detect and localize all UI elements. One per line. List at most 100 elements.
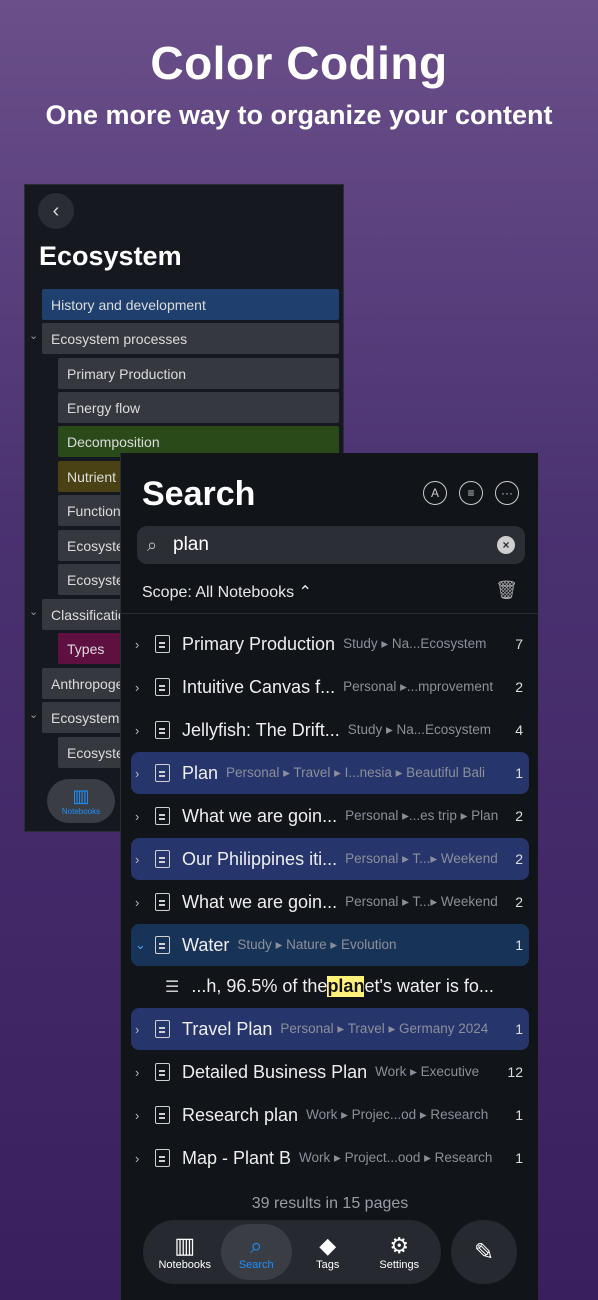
- result-row[interactable]: ⌄ Water Study ▸ Nature ▸ Evolution 1: [131, 924, 529, 966]
- tab-search[interactable]: ⌕ Search: [220, 1224, 292, 1280]
- new-note-icon: ✎: [473, 1238, 495, 1266]
- result-count: 2: [515, 679, 523, 695]
- result-title: Water: [182, 934, 230, 955]
- back-button[interactable]: ‹: [38, 193, 74, 229]
- outline-item[interactable]: Primary Production: [58, 358, 339, 389]
- result-row[interactable]: › Plan Personal ▸ Travel ▸ I...nesia ▸ Bea…: [131, 752, 529, 794]
- result-count: 1: [515, 1150, 523, 1166]
- result-row[interactable]: › What we are goin... Personal ▸...es trip…: [131, 795, 529, 837]
- document-icon: [155, 1106, 170, 1124]
- document-icon: [155, 893, 170, 911]
- result-title: Our Philippines iti...: [182, 848, 338, 869]
- search-icon: ⌕: [250, 1233, 263, 1258]
- tab-notebooks[interactable]: ▥ Notebooks: [149, 1224, 221, 1280]
- new-note-button[interactable]: ✎: [451, 1220, 517, 1284]
- result-path: Study ▸ Na...Ecosystem: [343, 636, 487, 651]
- chevron-down-icon[interactable]: ⌄: [29, 329, 38, 342]
- result-path: Work ▸ Projec...od ▸ Research: [306, 1107, 489, 1122]
- tab-tags[interactable]: ◆ Tags: [292, 1224, 364, 1280]
- outline-item[interactable]: History and development: [42, 289, 339, 320]
- divider: [121, 613, 538, 614]
- filter-icon[interactable]: ≡: [459, 481, 483, 505]
- document-icon: [155, 850, 170, 868]
- hero-title: Color Coding: [150, 37, 448, 89]
- result-title: Research plan: [182, 1104, 299, 1125]
- result-path: Personal ▸...es trip ▸ Plan: [345, 808, 499, 823]
- result-title: Detailed Business Plan: [182, 1061, 368, 1082]
- result-count: 7: [515, 636, 523, 652]
- search-field[interactable]: ⌕ ×: [137, 526, 525, 564]
- result-count: 4: [515, 722, 523, 738]
- tab-notebooks-back[interactable]: ▥ Notebooks: [47, 779, 115, 823]
- tab-search-label: Search: [238, 1259, 274, 1271]
- chevron-down-icon[interactable]: ⌄: [29, 605, 38, 618]
- snippet-before: ...h, 96.5% of the: [191, 976, 328, 996]
- document-icon: [155, 807, 170, 825]
- search-input[interactable]: [173, 534, 497, 556]
- result-title: What we are goin...: [182, 805, 338, 826]
- result-title: Primary Production: [182, 633, 336, 654]
- tab-notebooks-label: Notebooks: [61, 807, 101, 816]
- chevron-right-icon[interactable]: ›: [131, 637, 149, 652]
- chevron-right-icon[interactable]: ›: [131, 1022, 149, 1037]
- result-row[interactable]: › Detailed Business Plan Work ▸ Executive 1…: [131, 1051, 529, 1093]
- notebook-title: Ecosystem: [39, 241, 182, 271]
- search-screen: Search A ≡ ··· ⌕ × Scope: All Notebooks …: [120, 453, 538, 1300]
- chevron-down-icon[interactable]: ⌄: [29, 708, 38, 721]
- result-title: Jellyfish: The Drift...: [182, 719, 340, 740]
- hero-subtitle: One more way to organize your content: [45, 100, 553, 130]
- result-path: Work ▸ Project...ood ▸ Research: [299, 1150, 493, 1165]
- document-icon: [155, 678, 170, 696]
- page-title: Search: [142, 475, 256, 513]
- chevron-down-icon[interactable]: ⌄: [131, 937, 149, 953]
- snippet-match: plan: [327, 976, 365, 997]
- font-icon[interactable]: A: [423, 481, 447, 505]
- gear-icon: ⚙: [389, 1233, 410, 1258]
- results-summary: 39 results in 15 pages: [251, 1195, 409, 1212]
- books-icon: ▥: [174, 1233, 196, 1258]
- document-icon: [155, 1063, 170, 1081]
- result-title: Travel Plan: [182, 1018, 273, 1039]
- chevron-right-icon[interactable]: ›: [131, 680, 149, 695]
- result-path: Work ▸ Executive: [375, 1064, 480, 1079]
- chevron-right-icon[interactable]: ›: [131, 1151, 149, 1166]
- result-row[interactable]: › Map - Plant B Work ▸ Project...ood ▸ Res…: [131, 1137, 529, 1179]
- search-icon: ⌕: [147, 534, 158, 555]
- result-row[interactable]: › Our Philippines iti... Personal ▸ T...▸ …: [131, 838, 529, 880]
- chevron-right-icon[interactable]: ›: [131, 1065, 149, 1080]
- tab-settings[interactable]: ⚙ Settings: [364, 1224, 436, 1280]
- result-count: 1: [515, 1021, 523, 1037]
- chevron-right-icon[interactable]: ›: [131, 1108, 149, 1123]
- result-row[interactable]: › Intuitive Canvas f... Personal ▸...mprov…: [131, 666, 529, 708]
- result-row[interactable]: › Travel Plan Personal ▸ Travel ▸ Germany …: [131, 1008, 529, 1050]
- tab-settings-label: Settings: [379, 1259, 420, 1271]
- result-row[interactable]: › Research plan Work ▸ Projec...od ▸ Resea…: [131, 1094, 529, 1136]
- chevron-right-icon[interactable]: ›: [131, 809, 149, 824]
- trash-icon[interactable]: 🗑: [495, 580, 518, 601]
- document-icon: [155, 721, 170, 739]
- scope-selector[interactable]: Scope: All Notebooks ⌃: [142, 582, 312, 602]
- more-icon[interactable]: ···: [495, 481, 519, 505]
- result-row[interactable]: › Jellyfish: The Drift... Study ▸ Na...Eco…: [131, 709, 529, 751]
- chevron-right-icon[interactable]: ›: [131, 723, 149, 738]
- result-title: Plan: [182, 762, 219, 783]
- outline-item[interactable]: Ecosystem processes: [42, 323, 339, 354]
- chevron-right-icon[interactable]: ›: [131, 766, 149, 781]
- chevron-right-icon[interactable]: ›: [131, 852, 149, 867]
- document-icon: [155, 764, 170, 782]
- tab-bar: ▥ Notebooks ⌕ Search ◆ Tags ⚙ Settings: [143, 1220, 441, 1284]
- result-path: Study ▸ Na...Ecosystem: [347, 722, 492, 737]
- document-icon: [155, 635, 170, 653]
- result-path: Study ▸ Nature ▸ Evolution: [237, 937, 397, 952]
- outline-item[interactable]: Energy flow: [58, 392, 339, 423]
- result-row[interactable]: › Primary Production Study ▸ Na...Ecosyste…: [131, 623, 529, 665]
- clear-icon[interactable]: ×: [497, 536, 515, 554]
- search-snippet[interactable]: ☰ ...h, 96.5% of the plan et's water is f…: [165, 976, 494, 997]
- chevron-right-icon[interactable]: ›: [131, 895, 149, 910]
- result-count: 2: [515, 808, 523, 824]
- result-row[interactable]: › What we are goin... Personal ▸ T...▸ Wee…: [131, 881, 529, 923]
- result-title: What we are goin...: [182, 891, 338, 912]
- text-lines-icon: ☰: [165, 978, 180, 996]
- tag-icon: ◆: [319, 1233, 337, 1258]
- result-title: Map - Plant B: [182, 1147, 292, 1168]
